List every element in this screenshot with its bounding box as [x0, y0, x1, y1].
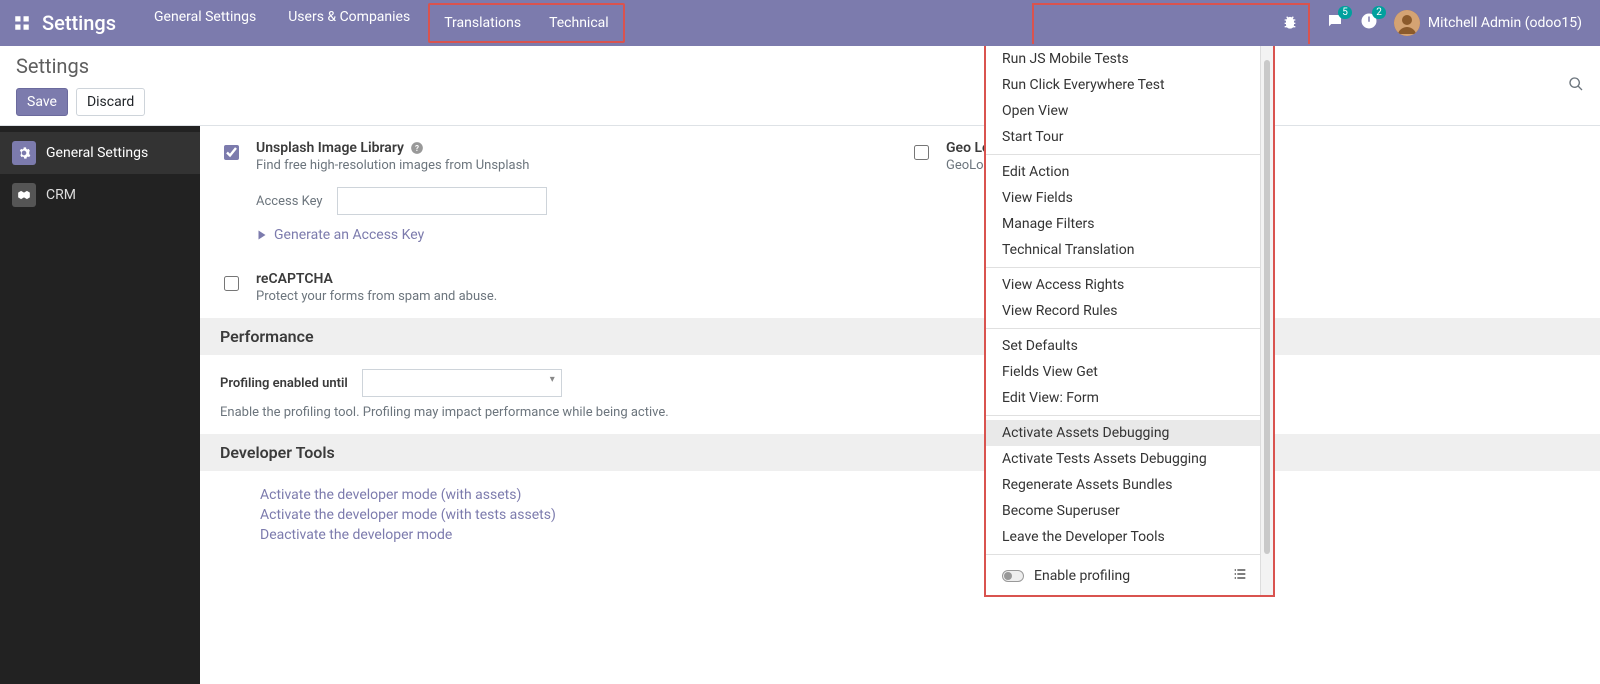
debug-menu-item[interactable]: Become Superuser: [986, 498, 1260, 524]
debug-menu-item[interactable]: Edit Action: [986, 159, 1260, 185]
dev-links: Activate the developer mode (with assets…: [200, 471, 1600, 545]
debug-dropdown-scrollbar[interactable]: [1261, 46, 1273, 595]
profiling-toggle[interactable]: [1002, 570, 1024, 582]
debug-menu-item[interactable]: Manage Filters: [986, 211, 1260, 237]
access-key-label: Access Key: [256, 194, 323, 209]
debug-menu-separator: [986, 154, 1260, 155]
setting-unsplash: Unsplash Image Library ? Find free high-…: [220, 140, 910, 243]
control-panel: Settings Save Discard: [0, 46, 1600, 126]
dev-link-tests[interactable]: Activate the developer mode (with tests …: [260, 505, 1580, 525]
debug-menu-profiling-row: Enable profiling: [986, 559, 1260, 593]
access-key-input[interactable]: [337, 187, 547, 215]
avatar: [1394, 10, 1420, 36]
section-header-developer: Developer Tools: [200, 434, 1600, 471]
debug-menu-item[interactable]: Run JS Mobile Tests: [986, 46, 1260, 72]
dev-link-assets[interactable]: Activate the developer mode (with assets…: [260, 485, 1580, 505]
topbar-right: 5 2 Mitchell Admin (odoo15): [1032, 3, 1592, 44]
debug-menu-item[interactable]: Activate Assets Debugging: [986, 420, 1260, 446]
debug-menu-separator: [986, 415, 1260, 416]
nav-items: General Settings Users & Companies Trans…: [140, 3, 625, 43]
main: General Settings CRM Unsplash Image Libr…: [0, 126, 1600, 684]
sidebar-item-general[interactable]: General Settings: [0, 132, 200, 174]
profiling-date-select[interactable]: [362, 369, 562, 397]
nav-item-translations[interactable]: Translations: [430, 9, 535, 37]
section-header-performance: Performance: [200, 318, 1600, 355]
debug-menu-item[interactable]: Activate Tests Assets Debugging: [986, 446, 1260, 472]
user-name: Mitchell Admin (odoo15): [1428, 15, 1582, 31]
messages-icon[interactable]: 5: [1326, 12, 1344, 34]
svg-text:?: ?: [415, 143, 419, 153]
debug-menu-item[interactable]: Edit View: Form: [986, 385, 1260, 411]
recaptcha-desc: Protect your forms from spam and abuse.: [256, 289, 890, 304]
debug-menu-item[interactable]: Regenerate Assets Bundles: [986, 472, 1260, 498]
unsplash-desc: Find free high-resolution images from Un…: [256, 158, 890, 173]
gear-icon: [12, 141, 36, 165]
geo-checkbox[interactable]: [914, 145, 929, 160]
debug-menu-trigger[interactable]: [1032, 3, 1310, 44]
topbar: Settings General Settings Users & Compan…: [0, 0, 1600, 46]
debug-menu-item[interactable]: Run Click Everywhere Test: [986, 72, 1260, 98]
debug-menu-item[interactable]: Start Tour: [986, 124, 1260, 150]
debug-menu-item[interactable]: View Fields: [986, 185, 1260, 211]
app-title[interactable]: Settings: [42, 11, 116, 35]
recaptcha-checkbox[interactable]: [224, 276, 239, 291]
breadcrumb: Settings: [16, 54, 1584, 78]
debug-menu-item[interactable]: Leave the Developer Tools: [986, 524, 1260, 550]
apps-icon[interactable]: [8, 9, 36, 37]
profiling-toggle-label: Enable profiling: [1034, 568, 1130, 584]
help-icon[interactable]: ?: [410, 141, 424, 155]
list-icon[interactable]: [1232, 566, 1248, 586]
generate-access-key-link[interactable]: Generate an Access Key: [256, 227, 890, 243]
debug-menu-item[interactable]: Technical Translation: [986, 237, 1260, 263]
recaptcha-title: reCAPTCHA: [256, 271, 333, 287]
bug-icon: [1282, 14, 1298, 34]
debug-menu-separator: [986, 267, 1260, 268]
nav-item-general[interactable]: General Settings: [140, 3, 270, 43]
user-menu[interactable]: Mitchell Admin (odoo15): [1394, 10, 1582, 36]
generate-access-key-label: Generate an Access Key: [274, 227, 424, 243]
dev-link-deactivate[interactable]: Deactivate the developer mode: [260, 525, 1580, 545]
debug-dropdown: Run JS Mobile TestsRun Click Everywhere …: [984, 46, 1275, 597]
unsplash-checkbox[interactable]: [224, 145, 239, 160]
debug-menu-separator: [986, 328, 1260, 329]
debug-menu-item[interactable]: Set Defaults: [986, 333, 1260, 359]
search-icon[interactable]: [1568, 76, 1584, 96]
debug-menu-item[interactable]: View Access Rights: [986, 272, 1260, 298]
unsplash-title: Unsplash Image Library: [256, 140, 404, 156]
nav-highlight-box: Translations Technical: [428, 3, 624, 43]
save-button[interactable]: Save: [16, 88, 68, 116]
scrollbar-thumb[interactable]: [1264, 60, 1270, 554]
settings-content: Unsplash Image Library ? Find free high-…: [200, 126, 1600, 684]
messages-count: 5: [1338, 6, 1352, 19]
profiling-label: Profiling enabled until: [220, 376, 348, 391]
handshake-icon: [12, 183, 36, 207]
activities-count: 2: [1372, 6, 1386, 19]
settings-sidebar: General Settings CRM: [0, 126, 200, 684]
setting-recaptcha: reCAPTCHA Protect your forms from spam a…: [220, 271, 910, 304]
debug-menu-item[interactable]: Open View: [986, 98, 1260, 124]
nav-item-users[interactable]: Users & Companies: [274, 3, 424, 43]
sidebar-item-label: CRM: [46, 187, 76, 203]
sidebar-item-label: General Settings: [46, 145, 148, 161]
sidebar-item-crm[interactable]: CRM: [0, 174, 200, 216]
debug-menu-item[interactable]: View Record Rules: [986, 298, 1260, 324]
activities-icon[interactable]: 2: [1360, 12, 1378, 34]
nav-item-technical[interactable]: Technical: [535, 9, 623, 37]
debug-menu-item[interactable]: Fields View Get: [986, 359, 1260, 385]
profiling-desc: Enable the profiling tool. Profiling may…: [220, 401, 740, 420]
debug-menu-separator: [986, 554, 1260, 555]
discard-button[interactable]: Discard: [76, 88, 145, 116]
